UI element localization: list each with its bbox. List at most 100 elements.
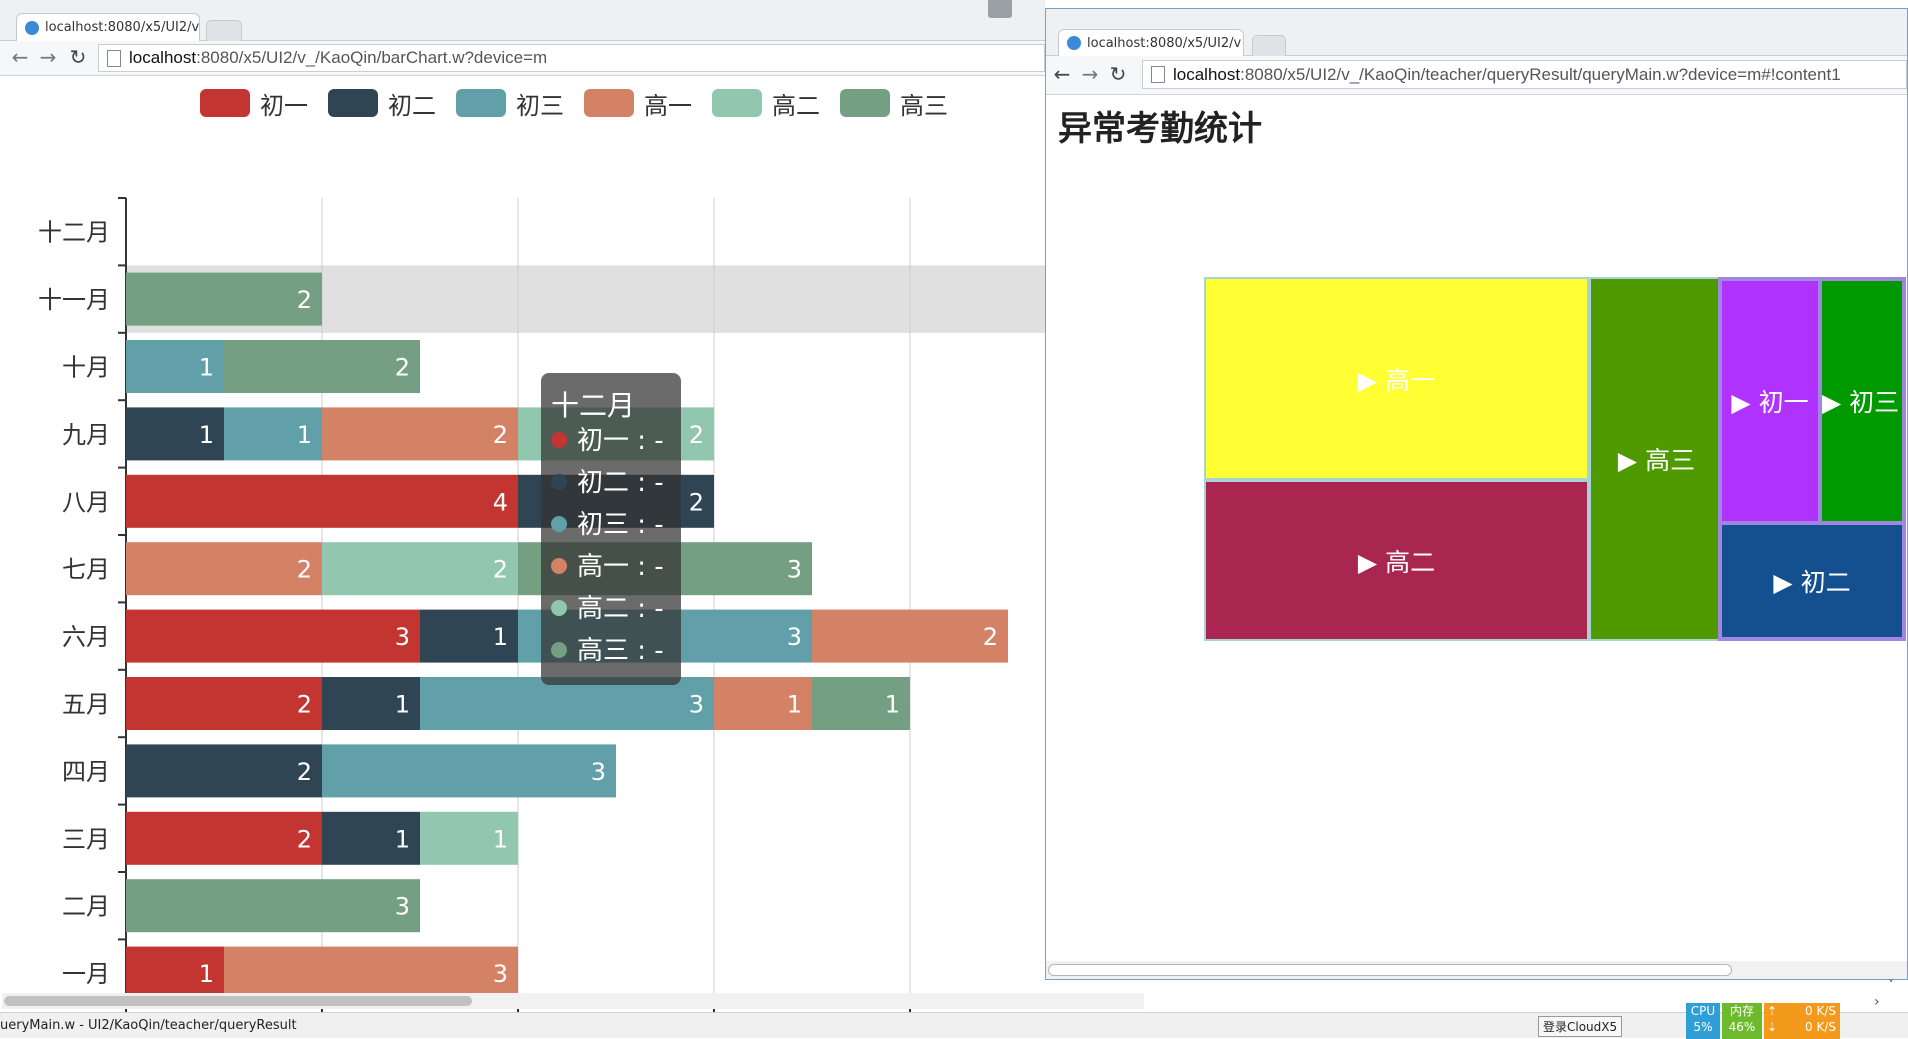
status-bar: ueryMain.w - UI2/KaoQin/teacher/queryRes… (0, 1003, 1908, 1039)
right-browser-tab[interactable]: localhost:8080/x5/UI2/v × (1058, 29, 1244, 56)
memory-indicator: 内存 46% (1722, 1003, 1762, 1039)
y-tick-label: 六月 (62, 623, 110, 651)
bar-value-label: 3 (787, 623, 802, 651)
legend-label: 初二 (388, 91, 436, 120)
bar-value-label: 2 (297, 758, 312, 786)
bar-value-label: 3 (689, 691, 704, 719)
bar-高三[interactable] (224, 340, 420, 393)
treemap-cell-chu3[interactable]: ▶ 初三 (1820, 279, 1904, 523)
legend-item-4[interactable]: 高二 (712, 86, 820, 120)
treemap-label: ▶ 高二 (1357, 547, 1436, 577)
tooltip-row: 高一 : - (577, 552, 664, 582)
bar-value-label: 1 (395, 825, 410, 853)
bar-value-label: 3 (787, 556, 802, 584)
reload-icon[interactable]: ↻ (1106, 60, 1130, 88)
forward-icon[interactable]: → (1078, 60, 1102, 88)
bar-value-label: 2 (297, 825, 312, 853)
bar-value-label: 2 (493, 421, 508, 449)
scroll-right-arrow-icon[interactable]: › (1874, 994, 1880, 1010)
new-tab-button[interactable] (206, 20, 242, 41)
bar-高一[interactable] (322, 407, 518, 461)
legend-item-3[interactable]: 高一 (584, 86, 692, 120)
bar-初三[interactable] (322, 744, 616, 798)
y-tick-label: 二月 (62, 893, 110, 921)
y-tick-label: 四月 (62, 758, 110, 786)
memory-value: 46% (1728, 1020, 1756, 1034)
page-title: 异常考勤统计 (1058, 109, 1262, 149)
treemap-label: ▶ 初一 (1731, 388, 1809, 417)
bar-高三[interactable] (126, 879, 420, 933)
y-tick-label: 十一月 (38, 286, 110, 314)
treemap-cell-chu2[interactable]: ▶ 初二 (1720, 523, 1904, 639)
login-cloudx5-button[interactable]: 登录CloudX5 (1538, 1016, 1623, 1037)
treemap-cell-chu1[interactable]: ▶ 初一 (1720, 279, 1820, 523)
bar-value-label: 1 (885, 691, 900, 719)
tooltip-marker (551, 600, 567, 616)
memory-label: 内存 (1729, 1004, 1754, 1018)
bar-value-label: 1 (199, 421, 214, 449)
bar-value-label: 2 (689, 488, 704, 516)
bar-高三[interactable] (126, 272, 322, 326)
close-tab-icon[interactable]: × (1241, 36, 1243, 51)
tooltip-marker (551, 432, 567, 448)
right-address-bar[interactable]: localhost:8080/x5/UI2/v_/KaoQin/teacher/… (1142, 60, 1907, 89)
bar-初一[interactable] (126, 609, 420, 663)
treemap-label: ▶ 初三 (1822, 388, 1900, 417)
left-browser-tab[interactable]: localhost:8080/x5/UI2/v × (16, 13, 200, 41)
bar-初二[interactable] (126, 744, 322, 798)
treemap-label: ▶ 高一 (1357, 365, 1436, 395)
bar-初一[interactable] (126, 677, 322, 730)
treemap-label: ▶ 初二 (1773, 568, 1851, 597)
y-tick-label: 一月 (62, 960, 110, 988)
back-icon[interactable]: ← (1050, 60, 1074, 88)
bar-初一[interactable] (126, 811, 322, 865)
bar-value-label: 2 (297, 556, 312, 584)
legend-item-1[interactable]: 初二 (328, 86, 436, 120)
bar-value-label: 2 (689, 421, 704, 449)
treemap-cell-gao3[interactable]: ▶ 高三 (1589, 277, 1724, 641)
left-address-bar[interactable]: localhost:8080/x5/UI2/v_/KaoQin/barChart… (98, 44, 1045, 72)
scrollbar-thumb[interactable] (4, 996, 472, 1006)
right-browser-window: localhost:8080/x5/UI2/v × ← → ↻ localhos… (1045, 8, 1908, 980)
legend-swatch (328, 89, 378, 117)
bar-value-label: 1 (493, 825, 508, 853)
back-icon[interactable]: ← (8, 43, 32, 71)
close-tab-icon[interactable]: × (199, 20, 200, 35)
bar-高一[interactable] (812, 609, 1008, 663)
bar-value-label: 2 (983, 623, 998, 651)
arrow-down-icon: ⇣ (1767, 1020, 1778, 1034)
legend-swatch (584, 89, 634, 117)
forward-icon[interactable]: → (36, 43, 60, 71)
page-icon (107, 49, 121, 67)
legend-item-0[interactable]: 初一 (200, 86, 308, 120)
bar-value-label: 2 (297, 286, 312, 314)
status-url: ueryMain.w - UI2/KaoQin/teacher/queryRes… (0, 1018, 297, 1033)
legend-item-5[interactable]: 高三 (840, 86, 948, 120)
new-tab-button[interactable] (1252, 35, 1286, 56)
net-up: 0 K/S (1805, 1004, 1836, 1018)
treemap-cell-gao2[interactable]: ▶ 高二 (1204, 480, 1589, 641)
treemap-cell-gao1[interactable]: ▶ 高一 (1204, 277, 1589, 480)
scrollbar-thumb[interactable] (1048, 964, 1732, 976)
arrow-up-icon: ⇡ (1767, 1004, 1778, 1018)
profile-icon[interactable] (988, 0, 1012, 18)
bar-value-label: 3 (395, 623, 410, 651)
bar-value-label: 3 (591, 758, 606, 786)
cpu-value: 5% (1693, 1020, 1713, 1034)
scroll-down-arrow-icon[interactable]: ˅ (1888, 978, 1894, 992)
bar-高一[interactable] (224, 946, 518, 1000)
legend-item-2[interactable]: 初三 (456, 86, 564, 120)
tooltip-marker (551, 558, 567, 574)
reload-icon[interactable]: ↻ (66, 43, 90, 71)
bar-高二[interactable] (322, 542, 518, 596)
right-horizontal-scrollbar[interactable] (1046, 961, 1907, 979)
bar-value-label: 1 (199, 354, 214, 382)
tooltip-row: 初一 : - (577, 426, 664, 456)
left-horizontal-scrollbar[interactable] (2, 993, 1144, 1009)
legend-swatch (712, 89, 762, 117)
tooltip-row: 高三 : - (577, 636, 664, 666)
treemap-group-junior: ▶ 初一 ▶ 初三 ▶ 初二 (1718, 277, 1906, 641)
bar-value-label: 1 (493, 623, 508, 651)
bar-高一[interactable] (126, 542, 322, 596)
bar-初一[interactable] (126, 474, 518, 528)
